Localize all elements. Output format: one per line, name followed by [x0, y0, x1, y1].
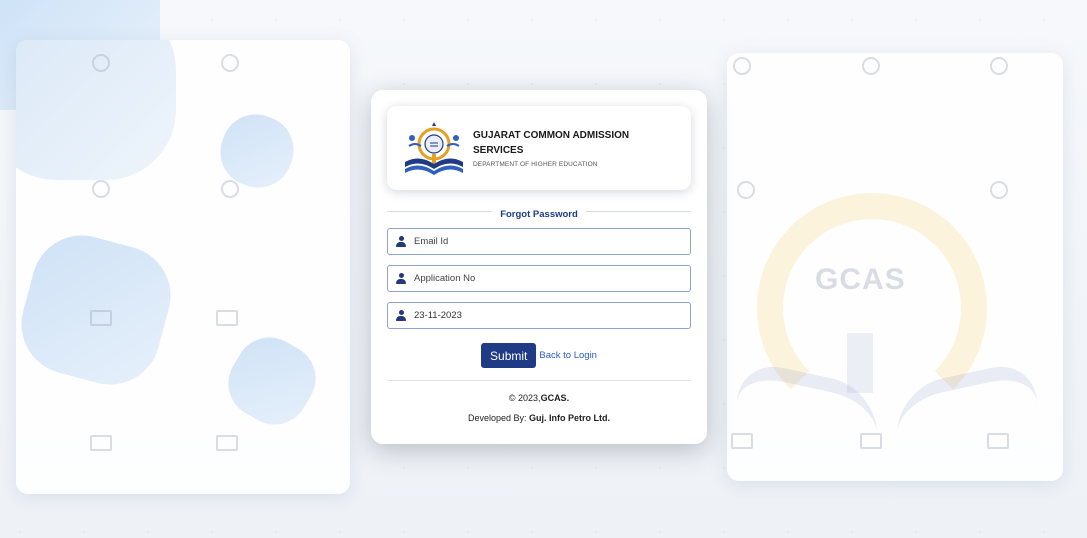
right-decorative-panel: GCAS	[727, 53, 1063, 481]
user-icon	[388, 229, 414, 254]
brand-header: GUJARAT COMMON ADMISSION SERVICES DEPART…	[387, 106, 691, 190]
form-heading: Forgot Password	[387, 204, 691, 220]
divider	[387, 380, 691, 381]
award-icon	[221, 180, 239, 198]
books-icon	[987, 433, 1009, 449]
developed-org: Guj. Info Petro Ltd.	[529, 413, 611, 423]
application-no-input[interactable]	[414, 266, 690, 291]
laptop-icon	[90, 310, 112, 326]
form-actions: Submit Back to Login	[387, 343, 691, 368]
copyright-org: GCAS.	[540, 393, 570, 403]
books-icon	[731, 433, 753, 449]
date-field	[387, 302, 691, 329]
copyright-prefix: © 2023,	[508, 393, 541, 403]
user-icon	[388, 303, 414, 328]
form-heading-label: Forgot Password	[492, 209, 586, 220]
user-icon	[388, 266, 414, 291]
email-input[interactable]	[414, 229, 690, 254]
left-decorative-panel	[16, 40, 350, 494]
books-icon	[216, 435, 238, 451]
award-icon	[92, 180, 110, 198]
submit-button[interactable]: Submit	[481, 343, 537, 368]
award-icon	[737, 181, 755, 199]
gcas-logo-icon	[399, 116, 469, 180]
copyright: © 2023,GCAS.	[387, 393, 691, 403]
developed-prefix: Developed By:	[467, 413, 530, 423]
globe-icon	[221, 54, 239, 72]
footer: © 2023,GCAS. Developed By: Guj. Info Pet…	[387, 393, 691, 423]
laptop-icon	[216, 310, 238, 326]
award-icon	[990, 181, 1008, 199]
forgot-password-card: GUJARAT COMMON ADMISSION SERVICES DEPART…	[371, 90, 707, 444]
brand-subtitle: DEPARTMENT OF HIGHER EDUCATION	[473, 161, 598, 168]
watermark-pen-icon	[847, 333, 873, 393]
globe-icon	[733, 57, 751, 75]
books-icon	[90, 435, 112, 451]
globe-icon	[862, 57, 880, 75]
globe-icon	[92, 54, 110, 72]
application-no-field	[387, 265, 691, 292]
developed-by: Developed By: Guj. Info Petro Ltd.	[387, 413, 691, 423]
brand-title: GUJARAT COMMON ADMISSION SERVICES	[473, 130, 630, 156]
back-to-login-link[interactable]: Back to Login	[539, 350, 597, 361]
date-input[interactable]	[414, 303, 690, 328]
watermark-text: GCAS	[815, 263, 906, 296]
globe-icon	[990, 57, 1008, 75]
email-field	[387, 228, 691, 255]
decor-shape	[215, 324, 329, 438]
books-icon	[860, 433, 882, 449]
